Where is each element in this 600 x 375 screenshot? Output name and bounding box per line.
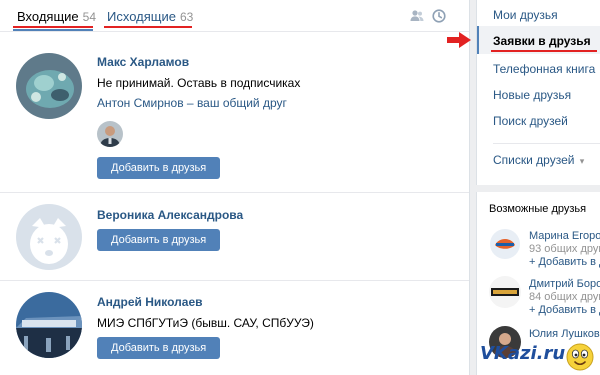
requester-status: МИЭ СПбГУТиЭ (бывш. САУ, СПбУУЭ)	[97, 316, 314, 330]
possible-friends-title: Возможные друзья	[489, 203, 587, 215]
brand-logo-avatar[interactable]	[489, 276, 521, 308]
avatar[interactable]	[16, 292, 82, 358]
menu-item-friend-lists[interactable]: Списки друзей ▾	[493, 153, 584, 167]
clock-icon[interactable]	[432, 9, 446, 23]
menu-item-my-friends[interactable]: Мои друзья	[493, 8, 558, 22]
friends-menu: Мои друзья Заявки в друзья Телефонная кн…	[476, 0, 600, 185]
mutual-friend-avatar[interactable]	[97, 121, 123, 147]
menu-item-new-friends[interactable]: Новые друзья	[493, 88, 571, 102]
common-friends-count: 93 общих друга	[529, 243, 600, 255]
possible-friend-item: Дмитрий Борода 84 общих друга + Добавить…	[489, 276, 600, 324]
requester-status: Не принимай. Оставь в подписчиках	[97, 76, 301, 90]
avatar[interactable]	[489, 228, 521, 260]
add-friend-button[interactable]: Добавить в друзья	[97, 229, 221, 251]
friend-lists-label: Списки друзей	[493, 153, 575, 167]
requester-name[interactable]: Вероника Александрова	[97, 208, 243, 222]
possible-friend-name[interactable]: Дмитрий Борода	[529, 278, 600, 290]
friend-request-row: Андрей Николаев МИЭ СПбГУТиЭ (бывш. САУ,…	[0, 281, 469, 375]
possible-friend-name[interactable]: Марина Егорова	[529, 230, 600, 242]
add-possible-friend-link[interactable]: + Добавить в друзья	[529, 256, 600, 268]
tab-outgoing-count: 63	[179, 10, 194, 24]
add-friend-button[interactable]: Добавить в друзья	[97, 337, 221, 359]
menu-divider	[493, 143, 600, 144]
requests-tabs: Входящие 54 Исходящие 63	[0, 0, 469, 32]
tab-incoming-count: 54	[82, 10, 96, 24]
red-highlight-outgoing	[104, 26, 192, 28]
site-watermark: VKazi.ru	[480, 343, 566, 364]
active-tab-underline	[13, 29, 93, 31]
red-highlight-menu	[491, 50, 597, 52]
possible-friend-name[interactable]: Юлия Лушкова	[529, 328, 600, 340]
menu-item-friend-requests[interactable]: Заявки в друзья	[493, 34, 591, 48]
menu-item-phone-book[interactable]: Телефонная книга	[493, 62, 595, 76]
tab-outgoing-label: Исходящие	[107, 9, 176, 24]
possible-friend-item: Марина Егорова 93 общих друга + Добавить…	[489, 228, 600, 276]
add-possible-friend-link[interactable]: + Добавить в друзья	[529, 304, 600, 316]
chevron-down-icon: ▾	[579, 156, 585, 166]
tab-incoming-label: Входящие	[17, 9, 79, 24]
requester-name[interactable]: Андрей Николаев	[97, 295, 203, 309]
avatar[interactable]	[16, 53, 82, 119]
friend-requests-panel: Входящие 54 Исходящие 63 Макс Харламов Н…	[0, 0, 470, 375]
common-friends-count: 84 общих друга	[529, 291, 600, 303]
smiley-icon	[566, 343, 594, 371]
friend-request-row: Вероника Александрова Добавить в друзья	[0, 193, 469, 281]
red-highlight-incoming	[13, 26, 93, 28]
deactivated-avatar[interactable]	[16, 204, 82, 270]
tab-incoming[interactable]: Входящие 54	[17, 9, 96, 24]
add-friend-button[interactable]: Добавить в друзья	[97, 157, 221, 179]
mutual-friend-link[interactable]: Антон Смирнов – ваш общий друг	[97, 96, 287, 110]
requester-name[interactable]: Макс Харламов	[97, 55, 189, 69]
menu-item-find-friends[interactable]: Поиск друзей	[493, 114, 568, 128]
red-arrow-icon	[447, 32, 471, 48]
tab-outgoing[interactable]: Исходящие 63	[107, 9, 193, 24]
friend-request-row: Макс Харламов Не принимай. Оставь в подп…	[0, 33, 469, 193]
people-icon[interactable]	[410, 9, 424, 23]
